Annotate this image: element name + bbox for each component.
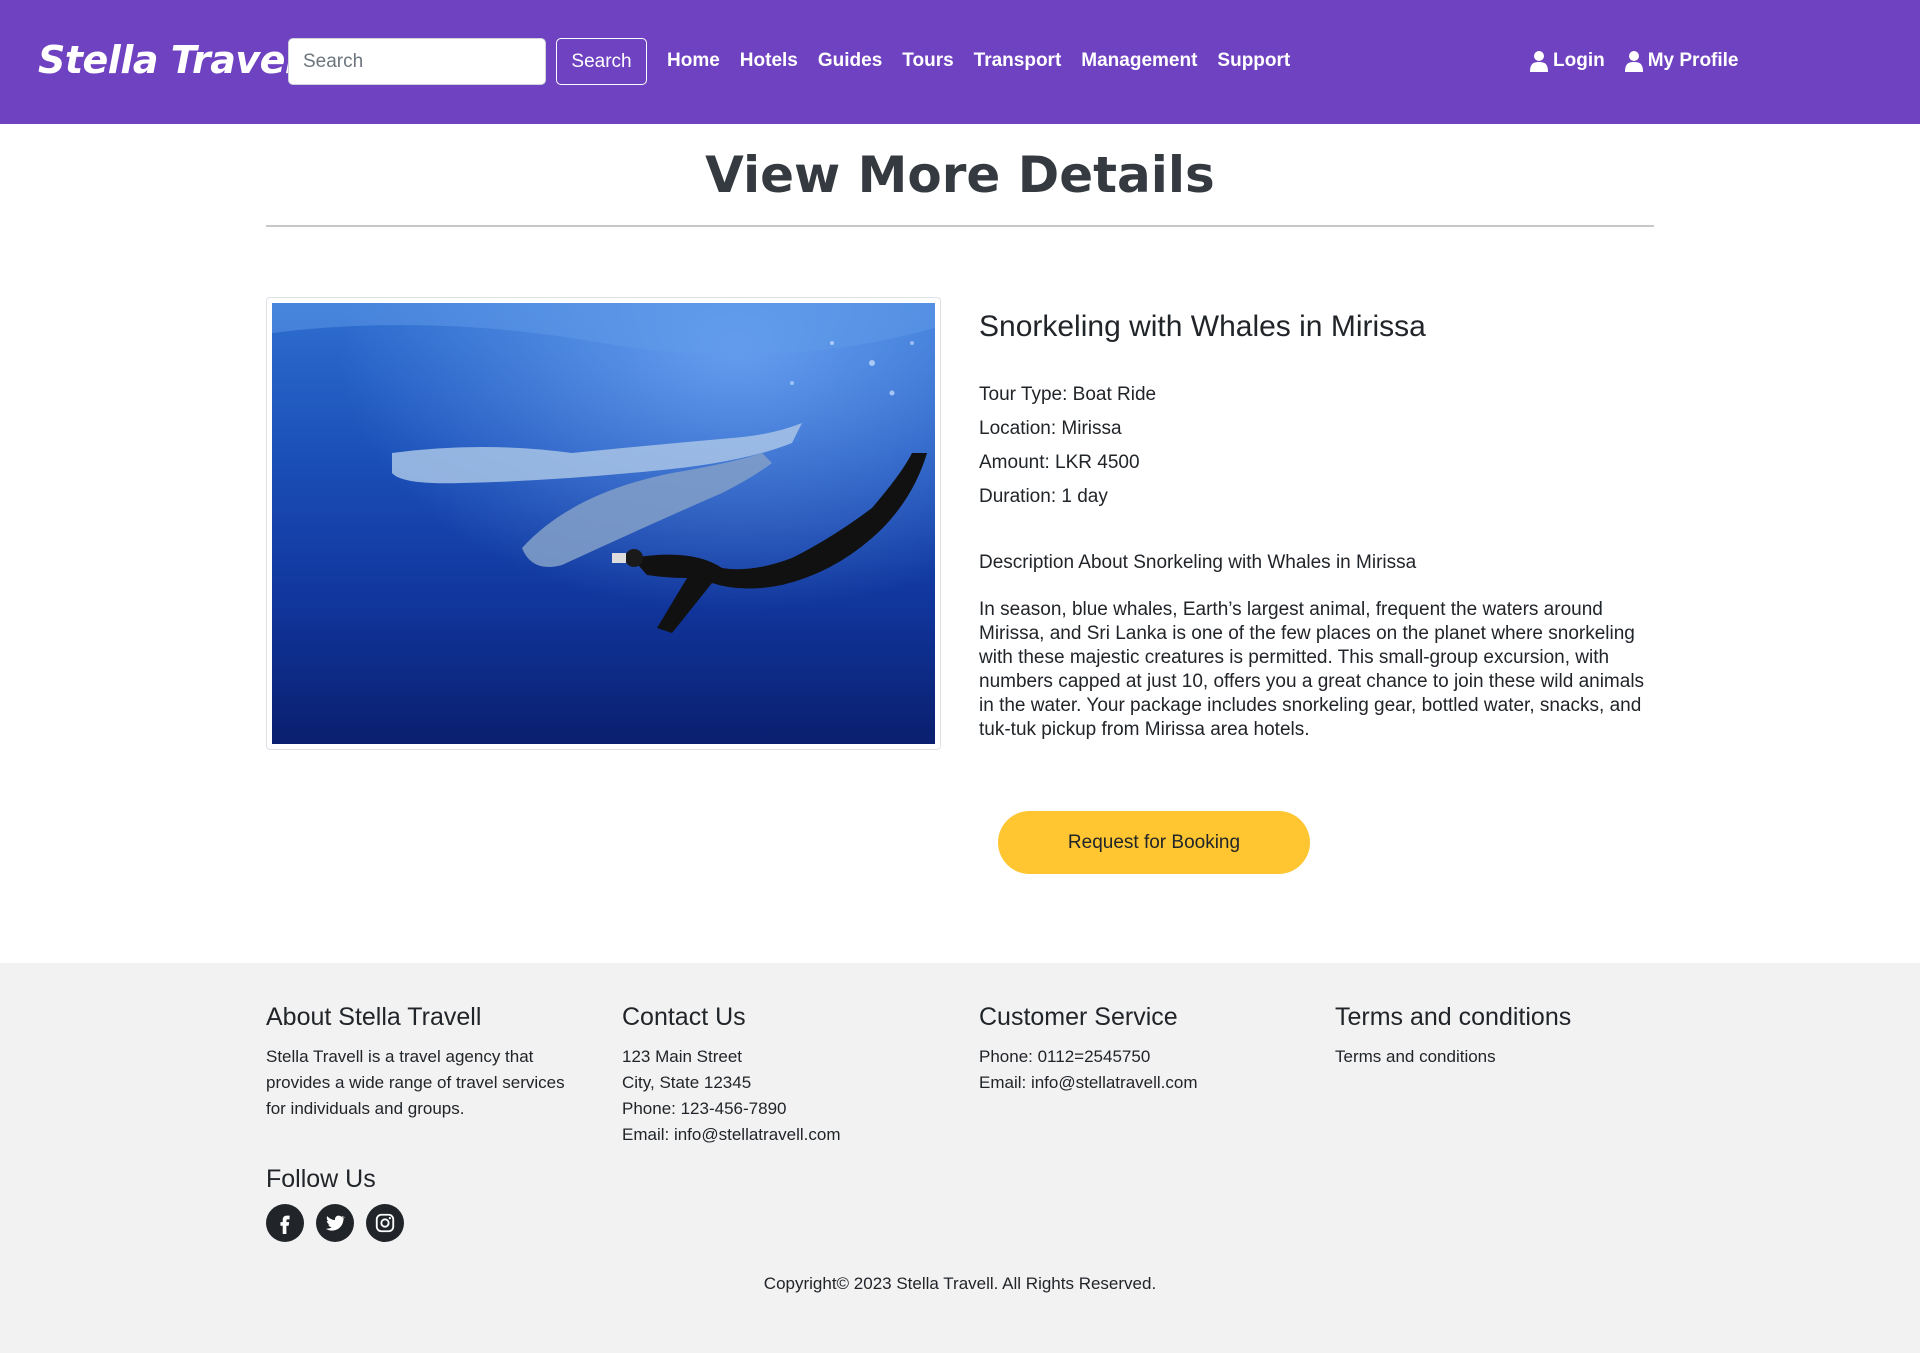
tour-location: Location: Mirissa	[979, 418, 1122, 439]
nav-link-tours[interactable]: Tours	[902, 50, 953, 72]
nav-link-guides[interactable]: Guides	[818, 50, 882, 72]
follow-us-heading: Follow Us	[266, 1165, 376, 1193]
facebook-icon[interactable]	[266, 1204, 304, 1242]
tour-name: Snorkeling with Whales in Mirissa	[979, 310, 1426, 343]
footer-contact-heading: Contact Us	[622, 1003, 746, 1031]
underwater-whales-image	[272, 303, 935, 744]
tour-duration: Duration: 1 day	[979, 486, 1108, 507]
tour-amount: Amount: LKR 4500	[979, 452, 1140, 473]
nav-link-hotels[interactable]: Hotels	[740, 50, 798, 72]
footer-contact-line: 123 Main Street	[622, 1047, 743, 1066]
search-button[interactable]: Search	[556, 38, 647, 85]
login-label: Login	[1553, 50, 1605, 71]
nav-links: Home Hotels Guides Tours Transport Manag…	[667, 50, 1310, 72]
footer-about-heading: About Stella Travell	[266, 1003, 482, 1031]
footer-service-line: Email: info@stellatravell.com	[979, 1073, 1198, 1092]
footer: About Stella Travell Stella Travell is a…	[0, 963, 1920, 1353]
tour-description: In season, blue whales, Earth’s largest …	[979, 599, 1645, 740]
terms-link[interactable]: Terms and conditions	[1335, 1047, 1496, 1066]
my-profile-link[interactable]: My Profile	[1624, 50, 1739, 72]
footer-terms: Terms and conditions Terms and condition…	[1335, 1003, 1571, 1070]
page-title: View More Details	[705, 146, 1215, 204]
top-navbar: Stella Travel Search Home Hotels Guides …	[0, 0, 1920, 124]
footer-contact: Contact Us 123 Main Street City, State 1…	[622, 1003, 841, 1148]
follow-us: Follow Us	[266, 1165, 404, 1242]
nav-link-transport[interactable]: Transport	[974, 50, 1062, 72]
my-profile-label: My Profile	[1647, 50, 1739, 71]
nav-link-management[interactable]: Management	[1081, 50, 1197, 72]
tour-type: Tour Type: Boat Ride	[979, 384, 1157, 405]
footer-service-heading: Customer Service	[979, 1003, 1178, 1031]
user-icon	[1624, 51, 1643, 72]
footer-about-line: provides a wide range of travel services	[266, 1073, 565, 1092]
brand-logo[interactable]: Stella Travel	[38, 38, 298, 82]
footer-about-line: for individuals and groups.	[266, 1099, 465, 1118]
footer-about-line: Stella Travell is a travel agency that	[266, 1047, 534, 1066]
footer-terms-heading: Terms and conditions	[1335, 1003, 1572, 1031]
footer-contact-line: Phone: 123-456-7890	[622, 1099, 787, 1118]
user-icon	[1530, 51, 1548, 72]
footer-service: Customer Service Phone: 0112=2545750 Ema…	[979, 1003, 1198, 1096]
footer-contact-line: Email: info@stellatravell.com	[622, 1125, 841, 1144]
copyright: Copyright© 2023 Stella Travell. All Righ…	[763, 1274, 1157, 1293]
instagram-icon[interactable]	[366, 1204, 404, 1242]
title-divider	[266, 225, 1654, 227]
tour-image	[266, 297, 941, 750]
description-heading: Description About Snorkeling with Whales…	[979, 552, 1417, 573]
twitter-icon[interactable]	[316, 1204, 354, 1242]
search-input[interactable]	[288, 38, 546, 85]
nav-link-home[interactable]: Home	[667, 50, 720, 72]
footer-service-line: Phone: 0112=2545750	[979, 1047, 1151, 1066]
footer-contact-line: City, State 12345	[622, 1073, 752, 1092]
nav-account: Login My Profile	[1530, 50, 1759, 72]
request-booking-button[interactable]: Request for Booking	[998, 811, 1310, 874]
nav-link-support[interactable]: Support	[1217, 50, 1290, 72]
footer-about: About Stella Travell Stella Travell is a…	[266, 1003, 565, 1122]
login-link[interactable]: Login	[1530, 50, 1605, 72]
social-links	[266, 1204, 404, 1242]
